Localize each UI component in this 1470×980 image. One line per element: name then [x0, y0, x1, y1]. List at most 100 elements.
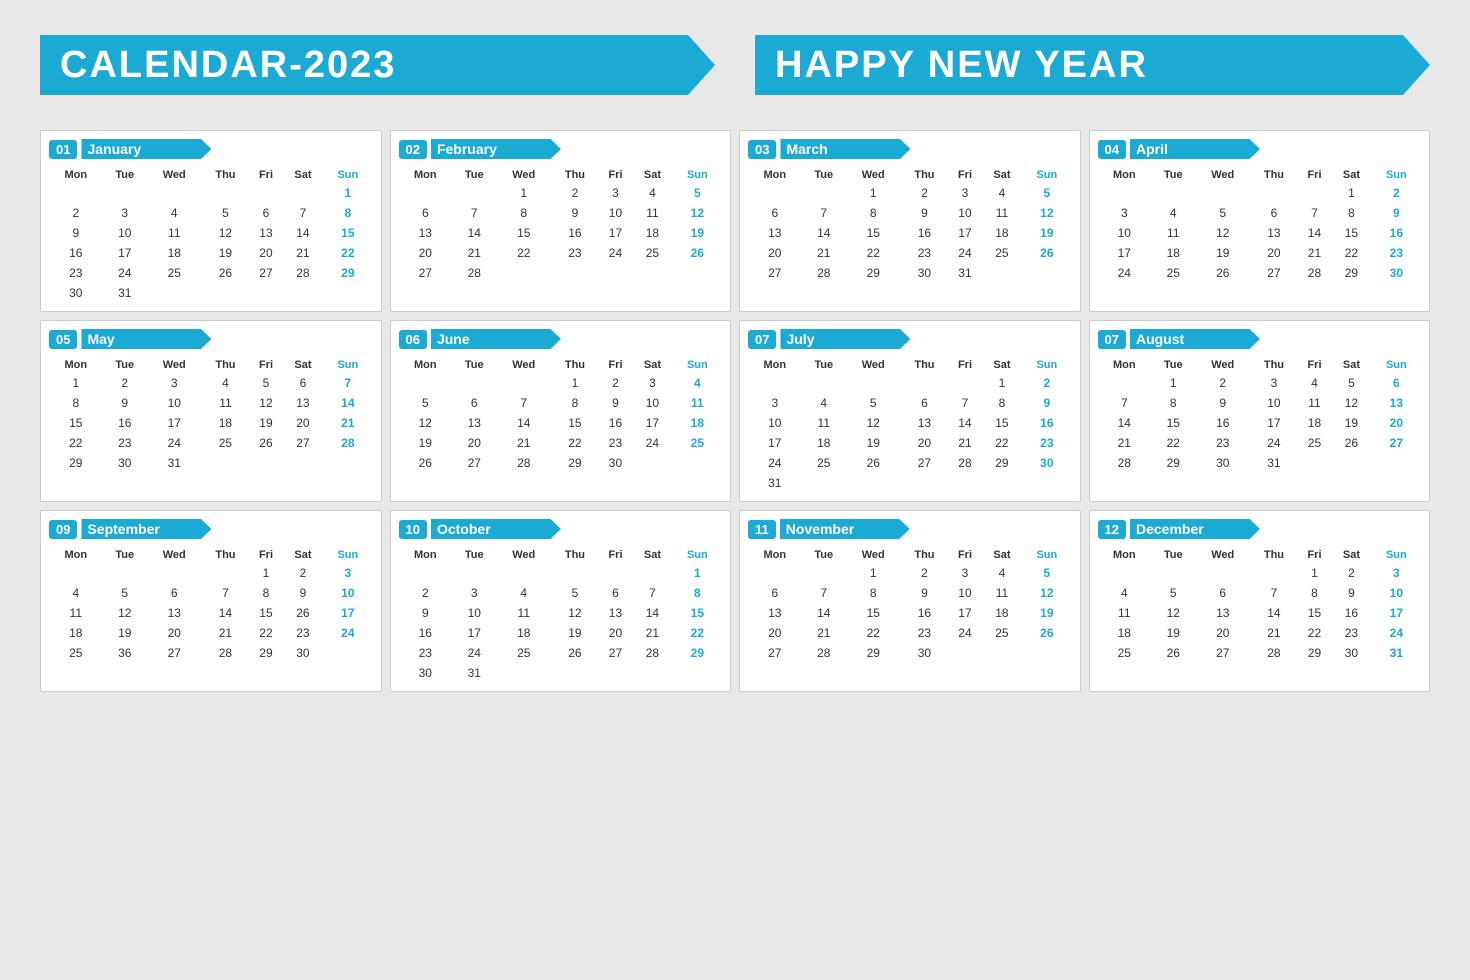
calendar-day: 12 — [1195, 223, 1250, 243]
calendar-day: 4 — [982, 183, 1023, 203]
calendar-day: 10 — [1372, 583, 1421, 603]
calendar-day: 15 — [673, 603, 722, 623]
calendar-day: 12 — [1331, 393, 1372, 413]
calendar-day — [49, 563, 103, 583]
table-row: 20212223242526 — [399, 243, 723, 263]
calendar-day: 11 — [202, 393, 250, 413]
calendar-day — [147, 563, 202, 583]
calendar-day — [323, 643, 372, 663]
month-box-november: 11NovemberMonTueWedThuFriSatSun123456789… — [739, 510, 1081, 692]
calendar-day: 7 — [802, 583, 846, 603]
calendar-day: 13 — [147, 603, 202, 623]
calendar-day: 22 — [1298, 623, 1331, 643]
day-header-thu: Thu — [901, 167, 949, 183]
month-header-april: 04April — [1098, 139, 1422, 159]
month-header-may: 05May — [49, 329, 373, 349]
day-header-wed: Wed — [496, 547, 551, 563]
calendar-day: 25 — [202, 433, 250, 453]
calendar-day: 20 — [748, 243, 802, 263]
calendar-day — [283, 183, 324, 203]
calendar-day: 19 — [551, 623, 599, 643]
day-header-sat: Sat — [283, 357, 324, 373]
day-header-tue: Tue — [1151, 547, 1195, 563]
calendar-day — [748, 183, 802, 203]
calendar-day: 25 — [802, 453, 846, 473]
calendar-day: 10 — [748, 413, 802, 433]
calendar-day: 6 — [1372, 373, 1421, 393]
calendar-day: 10 — [948, 203, 981, 223]
month-num-june: 06 — [399, 330, 427, 349]
day-header-sat: Sat — [632, 167, 673, 183]
calendar-day: 7 — [202, 583, 250, 603]
calendar-day — [632, 263, 673, 283]
calendar-day: 3 — [1250, 373, 1298, 393]
calendar-day — [632, 453, 673, 473]
month-num-december: 12 — [1098, 520, 1126, 539]
calendar-day: 19 — [846, 433, 901, 453]
calendar-day: 27 — [599, 643, 632, 663]
calendar-day: 5 — [846, 393, 901, 413]
day-header-mon: Mon — [748, 357, 802, 373]
table-row: 9101112131415 — [399, 603, 723, 623]
month-table-february: MonTueWedThuFriSatSun1234567891011121314… — [399, 167, 723, 283]
month-box-april: 04AprilMonTueWedThuFriSatSun123456789101… — [1089, 130, 1431, 312]
month-name-november: November — [780, 519, 910, 539]
day-header-fri: Fri — [249, 167, 282, 183]
month-table-january: MonTueWedThuFriSatSun1234567891011121314… — [49, 167, 373, 303]
table-row: 6789101112 — [748, 583, 1072, 603]
day-header-thu: Thu — [551, 357, 599, 373]
calendar-day — [249, 453, 282, 473]
month-header-january: 01January — [49, 139, 373, 159]
calendar-day: 23 — [599, 433, 632, 453]
month-name-may: May — [81, 329, 211, 349]
month-num-january: 01 — [49, 140, 77, 159]
day-header-tue: Tue — [802, 547, 846, 563]
calendar-day: 22 — [673, 623, 722, 643]
calendar-day — [673, 263, 722, 283]
calendar-day: 6 — [147, 583, 202, 603]
calendar-day: 14 — [632, 603, 673, 623]
table-row: 23242526272829 — [399, 643, 723, 663]
calendar-day: 29 — [1151, 453, 1195, 473]
calendar-day: 30 — [399, 663, 453, 683]
table-row: 31 — [748, 473, 1072, 493]
calendar-day: 31 — [452, 663, 496, 683]
calendar-day: 31 — [147, 453, 202, 473]
calendar-day: 3 — [948, 563, 981, 583]
calendar-day: 13 — [1195, 603, 1250, 623]
table-row: 45678910 — [1098, 583, 1422, 603]
calendar-day: 23 — [1331, 623, 1372, 643]
month-name-december: December — [1130, 519, 1260, 539]
table-row: 12345 — [748, 563, 1072, 583]
calendar-day: 10 — [1098, 223, 1152, 243]
day-header-sun: Sun — [1022, 357, 1071, 373]
day-header-tue: Tue — [802, 167, 846, 183]
calendar-day: 1 — [673, 563, 722, 583]
table-row: 17181920212223 — [1098, 243, 1422, 263]
calendar-day: 8 — [496, 203, 551, 223]
table-row: 123 — [1098, 563, 1422, 583]
calendar-day: 3 — [1098, 203, 1152, 223]
month-box-september: 09SeptemberMonTueWedThuFriSatSun12345678… — [40, 510, 382, 692]
calendar-day — [802, 183, 846, 203]
calendar-day: 27 — [1195, 643, 1250, 663]
calendar-day: 5 — [1022, 563, 1071, 583]
calendar-day: 25 — [147, 263, 202, 283]
calendar-day: 8 — [982, 393, 1023, 413]
calendar-day — [1022, 263, 1071, 283]
day-header-mon: Mon — [399, 167, 453, 183]
calendar-day: 5 — [103, 583, 147, 603]
calendar-day: 24 — [948, 623, 981, 643]
calendar-day: 30 — [49, 283, 103, 303]
happy-new-year-banner: HAPPY NEW YEAR — [755, 30, 1430, 100]
calendar-subtitle: HAPPY NEW YEAR — [775, 44, 1148, 87]
calendar-day: 8 — [673, 583, 722, 603]
calendar-day: 7 — [283, 203, 324, 223]
calendar-day: 30 — [283, 643, 324, 663]
calendar-day: 5 — [673, 183, 722, 203]
calendar-day — [1250, 183, 1298, 203]
calendar-day: 7 — [452, 203, 496, 223]
calendar-day: 6 — [901, 393, 949, 413]
month-box-may: 05MayMonTueWedThuFriSatSun12345678910111… — [40, 320, 382, 502]
calendar-day: 15 — [496, 223, 551, 243]
